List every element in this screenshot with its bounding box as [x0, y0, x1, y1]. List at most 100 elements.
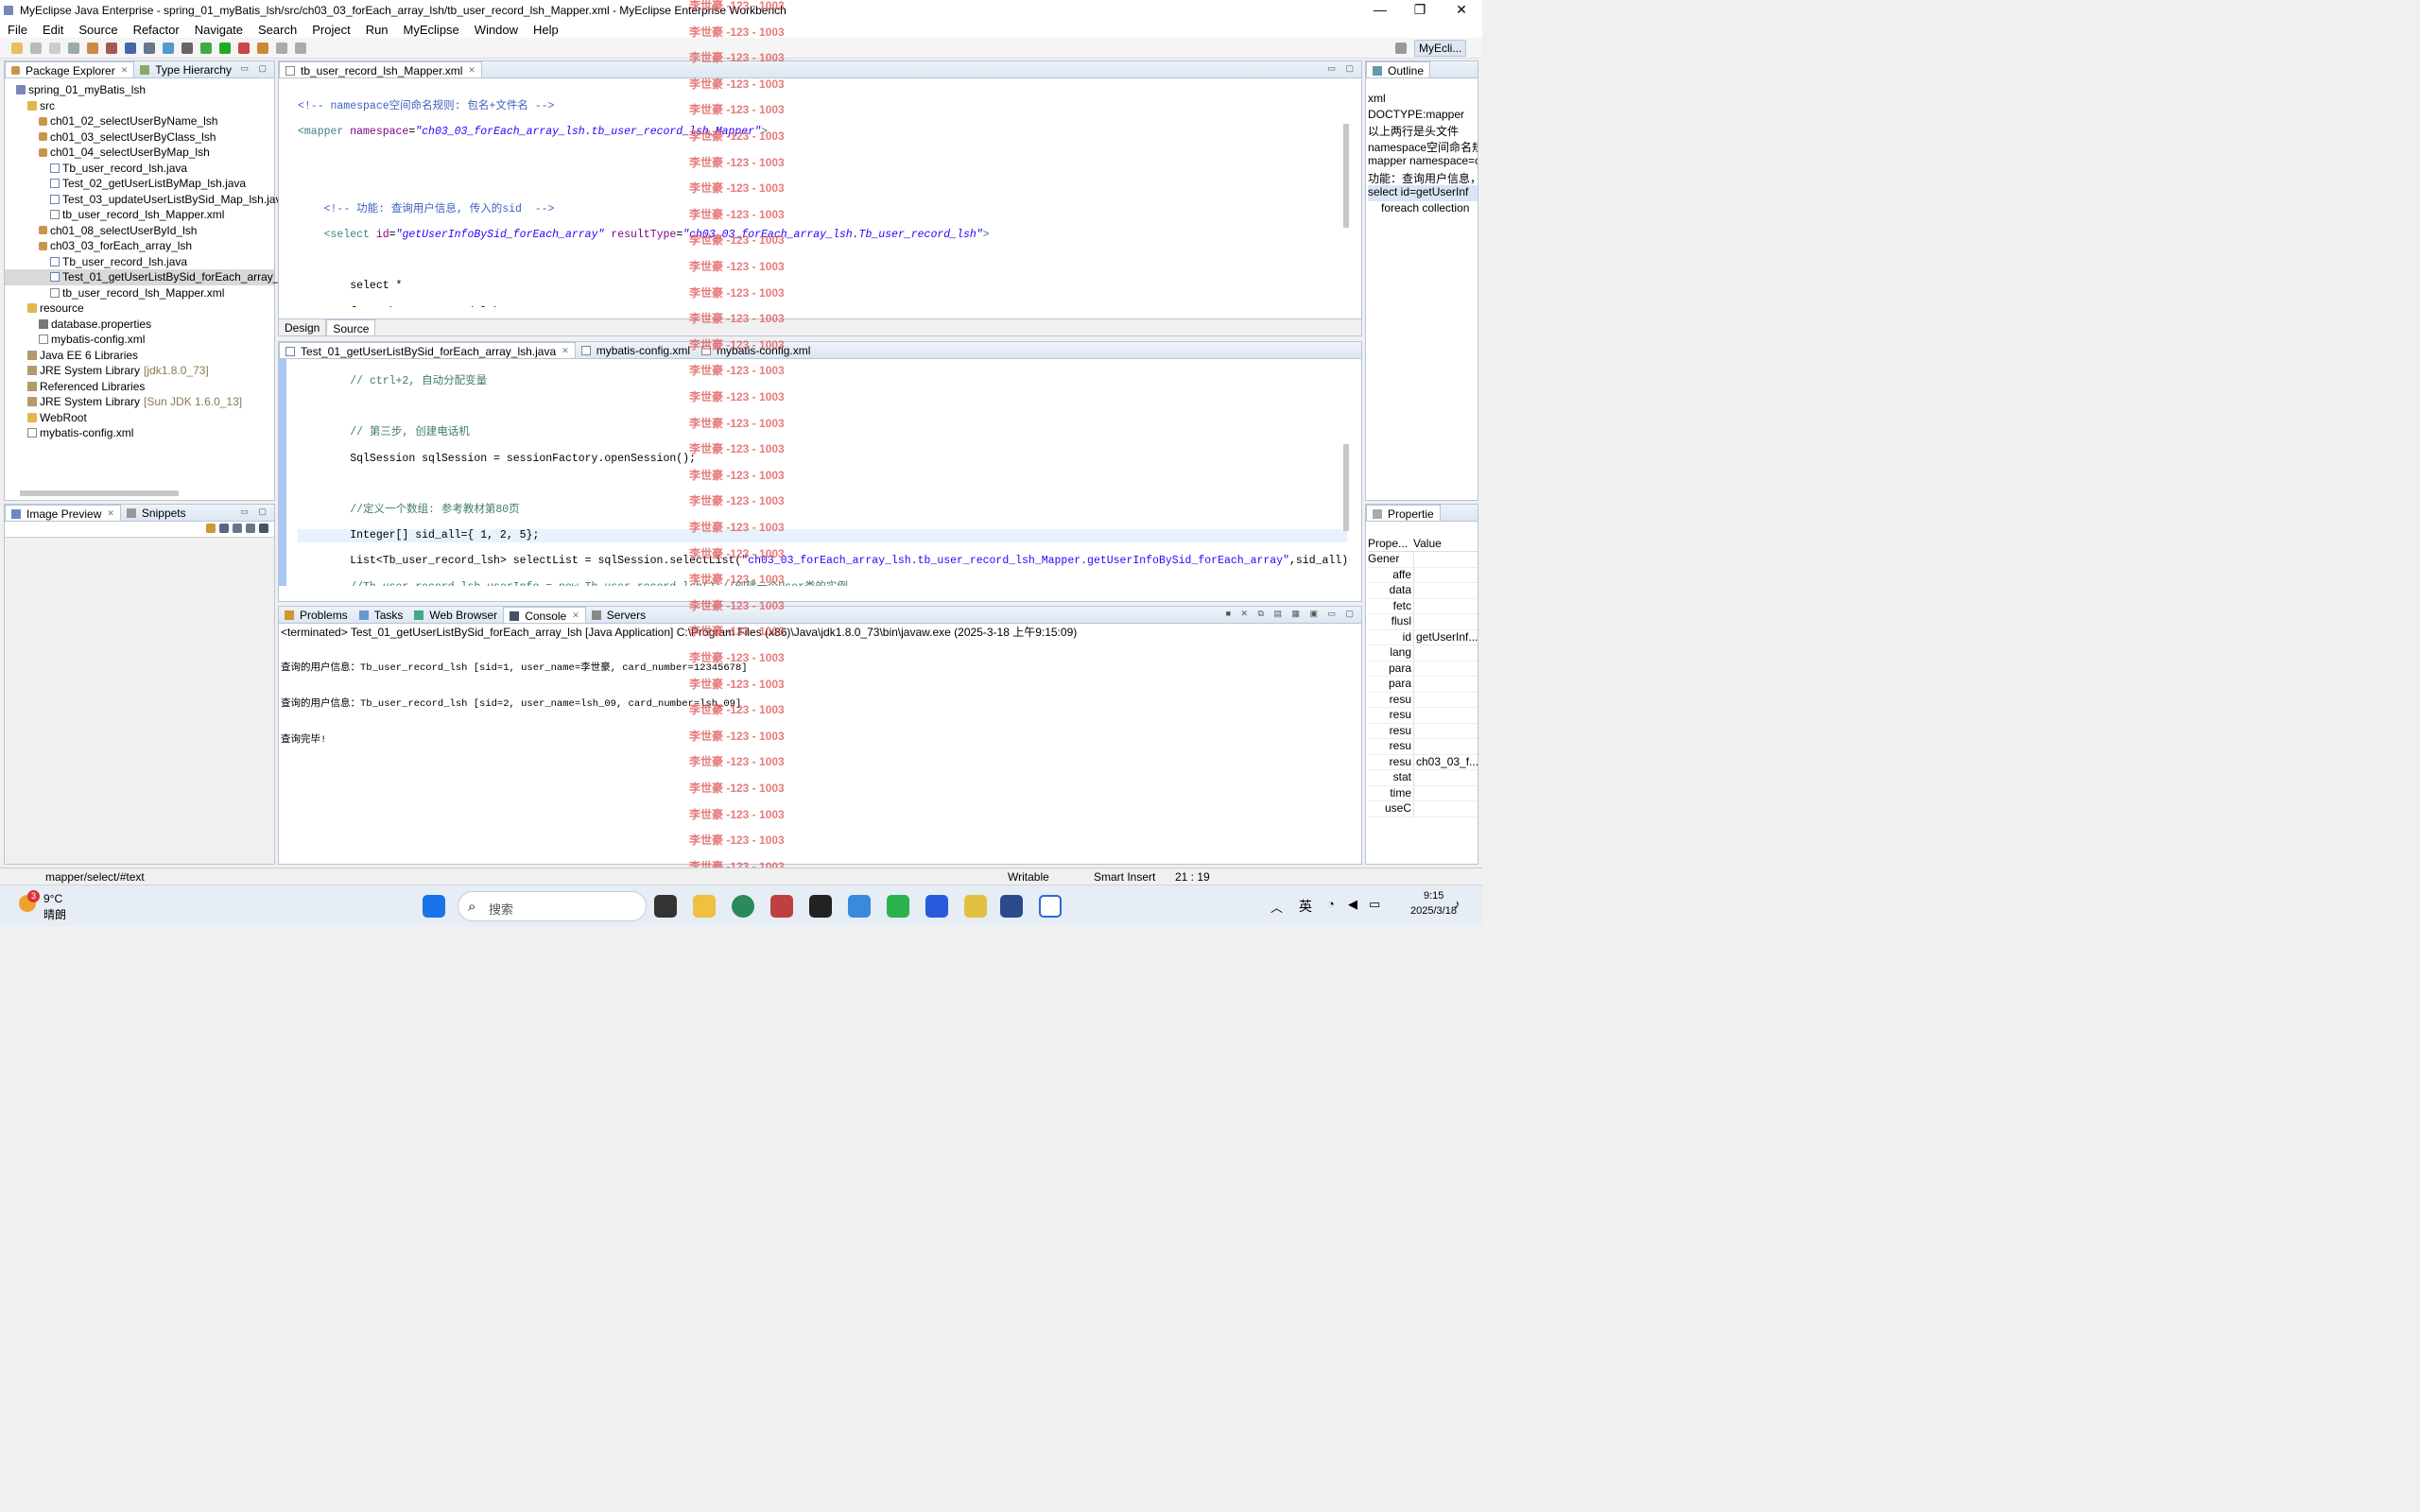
tree-item[interactable]: Tb_user_record_lsh.java [5, 254, 274, 270]
tab-servers[interactable]: Servers [586, 607, 651, 623]
tree-item[interactable]: JRE System Library [Sun JDK 1.6.0_13] [5, 394, 274, 410]
print-icon[interactable] [68, 42, 79, 54]
tab-properties[interactable]: Propertie [1366, 505, 1441, 521]
window-icon[interactable] [1039, 895, 1062, 918]
property-row[interactable]: time [1368, 785, 1478, 801]
volume-icon[interactable]: ◀ [1348, 897, 1357, 912]
tab-web-browser[interactable]: Web Browser [408, 607, 503, 623]
zoom-out-icon[interactable] [233, 524, 242, 533]
myeclipse-taskbar-icon[interactable] [1000, 895, 1023, 918]
console-output[interactable]: 查询的用户信息：Tb_user_record_lsh [sid=1, user_… [281, 639, 748, 770]
edge-dev-icon[interactable] [848, 895, 871, 918]
property-row[interactable]: resu [1368, 708, 1478, 724]
outline-item[interactable]: DOCTYPE:mapper [1368, 108, 1478, 124]
tab-design[interactable]: Design [279, 319, 327, 335]
tree-item[interactable]: ch03_03_forEach_array_lsh [5, 238, 274, 254]
server-icon[interactable] [125, 42, 136, 54]
property-row[interactable]: flusl [1368, 614, 1478, 630]
tab-test-java[interactable]: Test_01_getUserListBySid_forEach_array_l… [279, 342, 576, 358]
property-row[interactable]: para [1368, 677, 1478, 693]
app-icon[interactable] [964, 895, 987, 918]
outline-item[interactable]: foreach collection [1368, 201, 1478, 217]
app-icon[interactable] [809, 895, 832, 918]
tree-item[interactable]: mybatis-config.xml [5, 425, 274, 441]
tab-snippets[interactable]: Snippets [121, 505, 192, 521]
tree-item[interactable]: tb_user_record_lsh_Mapper.xml [5, 207, 274, 223]
chevron-up-icon[interactable]: ︿ [1270, 898, 1283, 916]
tree-item[interactable]: resource [5, 301, 274, 317]
property-row[interactable]: id getUserInf... [1368, 629, 1478, 645]
search-icon[interactable] [163, 42, 174, 54]
outline-item[interactable]: select id=getUserInf [1368, 185, 1478, 201]
vertical-scrollbar[interactable] [1343, 124, 1349, 228]
tree-item[interactable]: Java EE 6 Libraries [5, 348, 274, 364]
ime-indicator[interactable]: 英 [1299, 897, 1312, 916]
tab-type-hierarchy[interactable]: Type Hierarchy [134, 61, 237, 77]
property-row[interactable]: fetc [1368, 598, 1478, 614]
run-icon[interactable] [219, 42, 231, 54]
tree-item[interactable]: src [5, 98, 274, 114]
minimize-maximize-icon[interactable]: ▭ ▢ [1327, 63, 1357, 74]
console-toolbar-icons[interactable]: ■ ✕ ⧉ ▤ ▦ ▣ ▭ ▢ [1226, 609, 1357, 619]
tab-outline[interactable]: Outline [1366, 61, 1431, 77]
outline-item[interactable]: 功能：查询用户信息， [1368, 170, 1478, 186]
wifi-icon[interactable]: ◔ [1327, 897, 1335, 911]
tab-problems[interactable]: Problems [279, 607, 354, 623]
external-tools-icon[interactable] [238, 42, 250, 54]
tree-item[interactable]: database.properties [5, 317, 274, 333]
maximize-button[interactable]: ❐ [1399, 0, 1441, 21]
property-row[interactable]: data [1368, 583, 1478, 599]
clock-time[interactable]: 9:15 [1424, 890, 1443, 902]
app-icon[interactable] [925, 895, 948, 918]
close-icon[interactable]: ✕ [468, 65, 475, 76]
new-web-project-icon[interactable] [87, 42, 98, 54]
save-icon[interactable] [30, 42, 42, 54]
bell-icon[interactable]: ♪ [1454, 897, 1461, 911]
tree-item[interactable]: Tb_user_record_lsh.java [5, 161, 274, 177]
close-button[interactable]: ✕ [1441, 0, 1482, 21]
tree-item[interactable]: Test_02_getUserListByMap_lsh.java [5, 176, 274, 192]
tree-item[interactable]: ch01_02_selectUserByName_lsh [5, 113, 274, 129]
close-icon[interactable]: ✕ [121, 65, 129, 76]
clock-date[interactable]: 2025/3/18 [1410, 905, 1457, 917]
menu-help[interactable]: Help [526, 23, 566, 37]
property-row[interactable]: Gener [1368, 552, 1478, 568]
tree-item[interactable]: mybatis-config.xml [5, 332, 274, 348]
menu-navigate[interactable]: Navigate [187, 23, 251, 37]
grid-icon[interactable] [259, 524, 268, 533]
windows-start-icon[interactable] [423, 895, 445, 918]
minimize-maximize-icon[interactable]: ▭ ▢ [240, 507, 270, 517]
open-task-icon[interactable] [182, 42, 193, 54]
tab-package-explorer[interactable]: Package Explorer ✕ [5, 61, 135, 77]
forward-icon[interactable] [295, 42, 306, 54]
wechat-icon[interactable] [887, 895, 909, 918]
property-row[interactable]: para [1368, 661, 1478, 677]
tab-mybatis-config-1[interactable]: mybatis-config.xml [576, 342, 696, 358]
tree-item[interactable]: Referenced Libraries [5, 379, 274, 395]
outline-item[interactable]: mapper namespace=c [1368, 154, 1478, 170]
app-icon[interactable] [770, 895, 793, 918]
tree-item[interactable]: Test_03_updateUserListBySid_Map_lsh.java [5, 192, 287, 208]
tab-console[interactable]: Console ✕ [503, 607, 586, 623]
perspective-myeclipse[interactable]: MyEcli... [1414, 40, 1467, 57]
menu-run[interactable]: Run [358, 23, 396, 37]
minimize-maximize-icon[interactable]: ▭ ▢ [240, 63, 270, 74]
close-icon[interactable]: ✕ [107, 508, 114, 519]
tree-item[interactable]: WebRoot [5, 410, 274, 426]
tree-item[interactable]: ch01_08_selectUserById_lsh [5, 223, 274, 239]
minimize-button[interactable]: — [1359, 0, 1401, 21]
tab-tasks[interactable]: Tasks [354, 607, 409, 623]
open-perspective-icon[interactable] [1395, 43, 1407, 54]
property-row[interactable]: resu [1368, 739, 1478, 755]
new-icon[interactable] [11, 42, 23, 54]
vertical-scrollbar[interactable] [1343, 444, 1349, 531]
file-explorer-icon[interactable] [693, 895, 716, 918]
menu-search[interactable]: Search [251, 23, 304, 37]
close-icon[interactable]: ✕ [572, 610, 579, 621]
java-source-code[interactable]: // ctrl+2, 自动分配变量 // 第三步, 创建电话机 SqlSessi… [298, 363, 1347, 586]
edge-icon[interactable] [732, 895, 754, 918]
menu-edit[interactable]: Edit [35, 23, 71, 37]
taskbar-search[interactable]: ⌕ 搜索 [458, 891, 647, 921]
zoom-in-icon[interactable] [246, 524, 255, 533]
tree-item[interactable]: tb_user_record_lsh_Mapper.xml [5, 285, 274, 301]
